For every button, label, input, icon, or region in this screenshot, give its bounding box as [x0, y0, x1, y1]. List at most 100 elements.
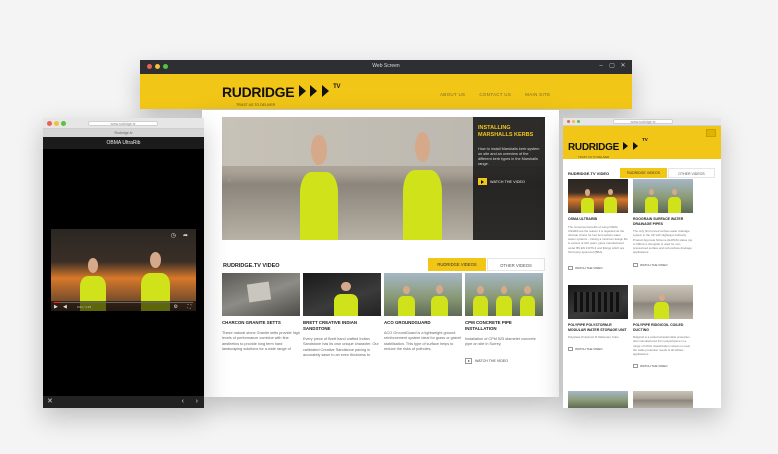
fullscreen-icon[interactable]: ⛶ [187, 304, 191, 311]
window-titlebar: Web Screen – ▢ ✕ [140, 60, 632, 74]
watch-label: WATCH THE VIDEO [575, 265, 603, 270]
video-thumbnail[interactable] [633, 179, 693, 213]
minimize-dot-icon[interactable] [54, 121, 59, 126]
logo-suffix: TV [642, 137, 648, 142]
close-dot-icon[interactable] [567, 120, 570, 123]
video-thumbnail[interactable] [568, 285, 628, 319]
card-title: POLYPIPE POLYSTORM-R MODULAR WATER STORA… [568, 323, 627, 332]
logo-text: RUDRIDGE [568, 142, 619, 153]
video-thumbnail[interactable] [568, 391, 628, 408]
prev-icon[interactable]: ‹ [182, 398, 184, 405]
logo-tagline: TRUST US TO DELIVER [236, 103, 276, 107]
next-icon[interactable]: › [196, 398, 198, 405]
watch-video-button[interactable]: WATCH THE VIDEO [568, 347, 628, 352]
card-text: Ridgicoil is a coiled twinwall cable pro… [633, 335, 691, 356]
browser-toolbar: www.rudridge.tv [43, 118, 204, 129]
main-browser-window: ‹ INSTALLING MARSHALLS KERBS How to inst… [202, 110, 559, 397]
clock-icon[interactable]: ◷ [171, 233, 176, 240]
video-thumbnail[interactable] [303, 273, 381, 316]
tab-rudridge-videos[interactable]: RUDRIDGE VIDEOS [428, 258, 486, 271]
card-text: Installation of CPM 525 diameter concret… [465, 337, 536, 347]
browser-tab[interactable]: Rudridge.tv [43, 129, 204, 137]
minimize-dot-icon[interactable] [572, 120, 575, 123]
hero-watch-label: WATCH THE VIDEO [490, 179, 525, 184]
hero-prev-icon[interactable]: ‹ [228, 175, 231, 184]
video-thumbnail[interactable] [222, 273, 300, 316]
video-card[interactable]: ACO GROUNDGUARD ACO GroundGuard is a lig… [384, 273, 462, 369]
watch-video-button[interactable]: WATCH THE VIDEO [568, 265, 628, 270]
hero-title: INSTALLING MARSHALLS KERBS [478, 125, 534, 138]
card-title: BRETT CREATIVE INDIAN SANDSTONE [303, 320, 358, 331]
logo-suffix: TV [333, 84, 341, 90]
card-title: OSMA ULTRARIB [568, 217, 597, 221]
video-card[interactable]: BRETT CREATIVE INDIAN SANDSTONE Every pi… [303, 273, 381, 375]
video-card[interactable]: OSMA ULTRARIB The numerous benefits of u… [568, 179, 628, 270]
tab-rudridge-videos[interactable]: RUDRIDGE VIDEOS [620, 168, 667, 178]
play-icon [568, 347, 573, 352]
site-logo[interactable]: RUDRIDGE TV TRUST US TO DELIVER [222, 84, 340, 107]
share-icon[interactable]: ➦ [183, 233, 188, 240]
tab-other-videos[interactable]: OTHER VIDEOS [668, 168, 715, 178]
left-phone-window: www.rudridge.tv Rudridge.tv OBMA UltraRi… [43, 118, 204, 408]
nav-about-us[interactable]: ABOUT US [440, 92, 465, 97]
section-title: RUDRIDGE.TV VIDEO [568, 171, 610, 176]
video-card[interactable]: POLYPIPE RIDGICOIL COILED DUCTING Ridgic… [633, 285, 693, 369]
address-bar[interactable]: www.rudridge.tv [88, 121, 158, 126]
card-title: ACO GROUNDGUARD [384, 320, 431, 325]
video-time: 0:01 / 1:15 [77, 305, 92, 309]
video-card[interactable]: CPM CONCRETE PIPE INSTALLATION Installat… [465, 273, 543, 364]
watch-label: WATCH THE VIDEO [475, 359, 509, 363]
card-text: The only first formed surface water drai… [633, 229, 693, 255]
section-title: RUDRIDGE.TV VIDEO [223, 263, 280, 269]
card-title: CPM CONCRETE PIPE INSTALLATION [465, 320, 512, 331]
tab-other-videos[interactable]: OTHER VIDEOS [487, 258, 545, 271]
play-icon [465, 358, 472, 364]
logo-tagline: TRUST US TO DELIVER [578, 155, 610, 159]
card-text: Polyplase Polystorm R Stationary Cube. [568, 335, 620, 340]
address-bar[interactable]: www.rudridge.tv [613, 119, 673, 124]
watch-video-button[interactable]: WATCH THE VIDEO [465, 358, 543, 364]
video-player[interactable]: ◷ ➦ ▶ ◀ 0:01 / 1:15 ⚙ ⛶ [51, 229, 196, 311]
nav-contact-us[interactable]: CONTACT US [479, 92, 511, 97]
worker-figure [299, 135, 339, 240]
mobile-header: RUDRIDGE TV TRUST US TO DELIVER [563, 126, 721, 159]
close-icon[interactable]: ✕ [47, 398, 53, 405]
hero-video[interactable]: ‹ INSTALLING MARSHALLS KERBS How to inst… [222, 117, 545, 240]
play-icon [633, 364, 638, 369]
play-icon[interactable]: ▶ [54, 304, 58, 311]
card-title: CHARCON GRANITE SETTS [222, 320, 281, 325]
hero-overlay: INSTALLING MARSHALLS KERBS How to instal… [473, 117, 545, 240]
video-thumbnail[interactable] [633, 285, 693, 319]
right-phone-window: www.rudridge.tv RUDRIDGE TV TRUST US TO … [563, 118, 721, 408]
card-text: ACO GroundGuard is a lightweight ground … [384, 331, 462, 351]
chevron-logo-icon [623, 142, 629, 150]
desktop-window: Web Screen – ▢ ✕ RUDRIDGE TV TRUST US TO… [140, 60, 632, 109]
nav-main-site[interactable]: MAIN SITE [525, 92, 550, 97]
video-thumbnail[interactable] [568, 179, 628, 213]
close-icon[interactable]: ✕ [620, 63, 626, 69]
video-card[interactable]: ROOGRAIN SURFACE WATER DRAINAGE PIPES Th… [633, 179, 693, 268]
settings-icon[interactable]: ⚙ [174, 304, 178, 311]
card-text: The numerous benefits of using OSMA Ultr… [568, 224, 628, 254]
video-card[interactable]: CHARCON GRANITE SETTS These natural ston… [222, 273, 300, 369]
video-card[interactable]: POLYPIPE POLYSTORM-R MODULAR WATER STORA… [568, 285, 628, 352]
menu-icon[interactable] [706, 129, 716, 137]
site-logo[interactable]: RUDRIDGE TV TRUST US TO DELIVER [568, 137, 648, 159]
close-dot-icon[interactable] [47, 121, 52, 126]
restore-icon[interactable]: ▢ [609, 63, 615, 69]
hero-description: How to install Marshalls kerb system on … [478, 147, 540, 166]
volume-icon[interactable]: ◀ [63, 304, 67, 311]
chevron-logo-icon [321, 85, 329, 97]
video-thumbnail[interactable] [633, 391, 693, 408]
hero-watch-button[interactable]: WATCH THE VIDEO [478, 178, 525, 185]
video-thumbnail[interactable] [465, 273, 543, 316]
watch-video-button[interactable]: WATCH THE VIDEO [633, 364, 693, 369]
maximize-dot-icon[interactable] [61, 121, 66, 126]
maximize-dot-icon[interactable] [577, 120, 580, 123]
top-nav: ABOUT US CONTACT US MAIN SITE [440, 92, 550, 97]
watch-label: WATCH THE VIDEO [575, 347, 603, 352]
minimize-icon[interactable]: – [598, 63, 604, 69]
watch-video-button[interactable]: WATCH THE VIDEO [633, 263, 693, 268]
video-thumbnail[interactable] [384, 273, 462, 316]
chevron-logo-icon [632, 142, 638, 150]
